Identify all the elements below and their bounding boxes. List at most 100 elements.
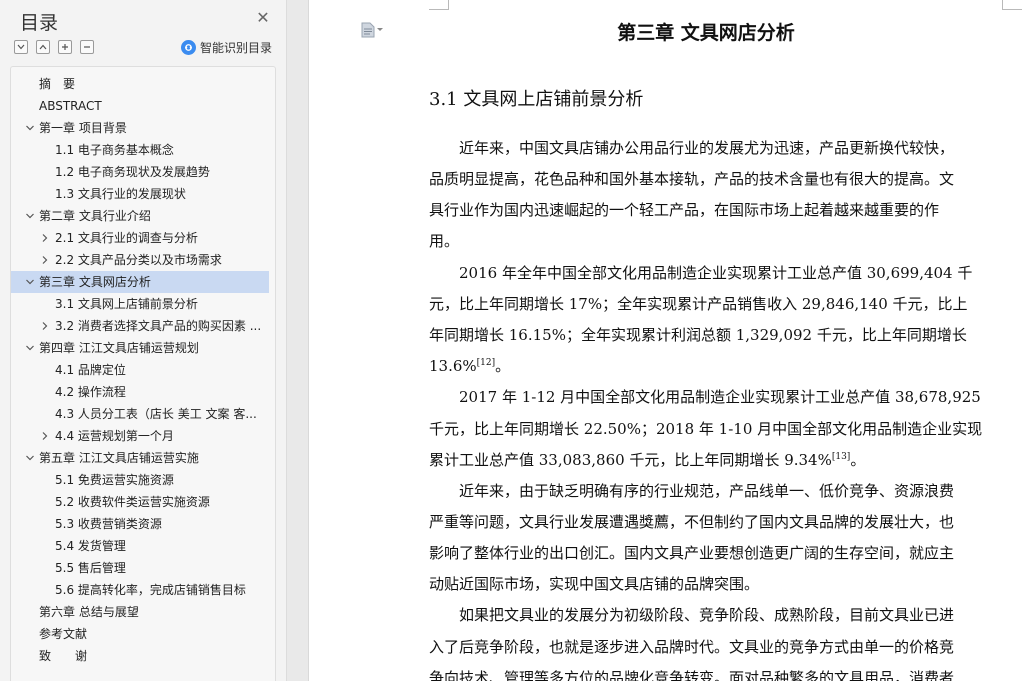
toc-item[interactable]: 2.2 文具产品分类以及市场需求 bbox=[11, 249, 275, 271]
toc-item[interactable]: 第三章 文具网店分析 bbox=[11, 271, 269, 293]
chevron-right-icon[interactable] bbox=[40, 255, 50, 265]
toc-item[interactable]: ABSTRACT bbox=[11, 95, 275, 117]
toc-item-label: 参考文献 bbox=[39, 627, 88, 641]
add-level-icon[interactable] bbox=[58, 40, 72, 54]
body-text-line: 品质明显提高，花色品种和国外基本接轨，产品的技术含量也有很大的提高。文 bbox=[429, 170, 955, 188]
smart-toc-label: 智能识别目录 bbox=[200, 41, 273, 55]
remove-level-icon[interactable] bbox=[80, 40, 94, 54]
chevron-right-icon[interactable] bbox=[40, 321, 50, 331]
toc-item-label: 4.1 品牌定位 bbox=[55, 363, 126, 377]
citation-ref[interactable]: [13] bbox=[832, 452, 850, 462]
chevron-down-icon[interactable] bbox=[25, 343, 35, 353]
body-text-line: 近年来，中国文具店铺办公用品行业的发展尤为迅速，产品更新换代较快， bbox=[459, 139, 955, 157]
toc-item-label: 摘 要 bbox=[39, 77, 76, 91]
expand-all-icon[interactable] bbox=[14, 40, 28, 54]
toc-item-label: 第四章 江江文具店铺运营规划 bbox=[39, 341, 199, 355]
toc-item-label: 4.4 运营规划第一个月 bbox=[55, 429, 174, 443]
body-text-line: 累计工业总产值 33,083,860 千元，比上年同期增长 9.34%[13]。 bbox=[429, 451, 866, 469]
citation-ref[interactable]: [12] bbox=[477, 358, 495, 368]
collapse-all-icon[interactable] bbox=[36, 40, 50, 54]
close-icon[interactable]: ✕ bbox=[255, 10, 271, 26]
smart-toc-button[interactable]: 智能识别目录 bbox=[181, 39, 272, 56]
toc-item[interactable]: 3.1 文具网上店铺前景分析 bbox=[11, 293, 275, 315]
toc-item-label: 第二章 文具行业介绍 bbox=[39, 209, 151, 223]
chevron-down-icon[interactable] bbox=[25, 211, 35, 221]
chevron-down-icon[interactable] bbox=[25, 453, 35, 463]
toc-item-label: 2.1 文具行业的调查与分析 bbox=[55, 231, 198, 245]
toc-item-label: 5.6 提高转化率，完成店铺销售目标 bbox=[55, 583, 246, 597]
toc-item[interactable]: 1.3 文具行业的发展现状 bbox=[11, 183, 275, 205]
toc-item[interactable]: 致 谢 bbox=[11, 645, 275, 667]
toc-item-label: 致 谢 bbox=[39, 649, 88, 663]
toc-item-label: 第一章 项目背景 bbox=[39, 121, 127, 135]
toc-item[interactable]: 5.6 提高转化率，完成店铺销售目标 bbox=[11, 579, 275, 601]
toc-list: 摘 要 ABSTRACT 第一章 项目背景 1.1 电子商务基本概念 1.2 电子商务现… bbox=[10, 66, 276, 681]
toc-item[interactable]: 5.1 免费运营实施资源 bbox=[11, 469, 275, 491]
toc-item-label: 1.2 电子商务现状及发展趋势 bbox=[55, 165, 210, 179]
toc-item[interactable]: 5.2 收费软件类运营实施资源 bbox=[11, 491, 275, 513]
toc-item[interactable]: 摘 要 bbox=[11, 73, 275, 95]
toc-item[interactable]: 第四章 江江文具店铺运营规划 bbox=[11, 337, 275, 359]
body-text-line: 年同期增长 16.15%；全年实现累计利润总额 1,329,092 千元，比上年… bbox=[429, 326, 967, 344]
toc-item-label: 5.1 免费运营实施资源 bbox=[55, 473, 174, 487]
toc-item-label: 1.3 文具行业的发展现状 bbox=[55, 187, 186, 201]
toc-item-label: 3.1 文具网上店铺前景分析 bbox=[55, 297, 198, 311]
body-text-line: 用。 bbox=[429, 232, 460, 250]
section-heading: 3.1 文具网上店铺前景分析 bbox=[429, 89, 644, 110]
toc-item-label: 4.3 人员分工表（店长 美工 文案 客... bbox=[55, 407, 257, 421]
smart-toc-icon bbox=[181, 40, 196, 55]
body-text-line: 近年来，由于缺乏明确有序的行业规范，产品线单一、低价竞争、资源浪费 bbox=[459, 482, 955, 500]
toc-item[interactable]: 1.2 电子商务现状及发展趋势 bbox=[11, 161, 275, 183]
toc-item-label: 5.2 收费软件类运营实施资源 bbox=[55, 495, 210, 509]
toc-item[interactable]: 4.1 品牌定位 bbox=[11, 359, 275, 381]
toc-item-label: 4.2 操作流程 bbox=[55, 385, 126, 399]
toc-item-label: 5.4 发货管理 bbox=[55, 539, 126, 553]
toc-item[interactable]: 2.1 文具行业的调查与分析 bbox=[11, 227, 275, 249]
body-text-line: 严重等问题，文具行业发展遭遇獎薦，不但制约了国内文具品牌的发展壮大，也 bbox=[429, 513, 955, 531]
chevron-down-icon[interactable] bbox=[25, 277, 35, 287]
chapter-heading: 第三章 文具网店分析 bbox=[617, 22, 795, 44]
toc-item-label: 第六章 总结与展望 bbox=[39, 605, 139, 619]
toc-item[interactable]: 第二章 文具行业介绍 bbox=[11, 205, 275, 227]
toc-item[interactable]: 3.2 消费者选择文具产品的购买因素 ... bbox=[11, 315, 275, 337]
toc-item[interactable]: 第五章 江江文具店铺运营实施 bbox=[11, 447, 275, 469]
toc-item-label: ABSTRACT bbox=[39, 99, 102, 113]
toc-sidebar: 目录 ✕ 智能识别目录 摘 要 ABSTRACT 第一章 项目背景 1.1 电子商务基… bbox=[0, 0, 287, 681]
document-page[interactable]: 第三章 文具网店分析 3.1 文具网上店铺前景分析 近年来，中国文具店铺办公用品… bbox=[308, 0, 1032, 681]
toc-item-label: 5.3 收费营销类资源 bbox=[55, 517, 162, 531]
toc-item[interactable]: 4.4 运营规划第一个月 bbox=[11, 425, 275, 447]
page-corner-mark bbox=[1002, 0, 1022, 10]
body-text-line: 入了后竞争阶段，也就是逐步进入品牌时代。文具业的竞争方式由单一的价格竞 bbox=[429, 638, 955, 656]
toc-item[interactable]: 4.3 人员分工表（店长 美工 文案 客... bbox=[11, 403, 275, 425]
toc-item[interactable]: 参考文献 bbox=[11, 623, 275, 645]
body-text-line: 千元，比上年同期增长 22.50%；2018 年 1-10 月中国全部文化用品制… bbox=[429, 420, 983, 438]
body-text-line: 13.6%[12]。 bbox=[429, 357, 511, 375]
toc-item[interactable]: 第六章 总结与展望 bbox=[11, 601, 275, 623]
page-corner-mark bbox=[429, 0, 449, 10]
toc-item-label: 2.2 文具产品分类以及市场需求 bbox=[55, 253, 222, 267]
toc-item[interactable]: 5.4 发货管理 bbox=[11, 535, 275, 557]
body-text-line: 争向技术、管理等多方位的品牌化竞争转变。面对品种繁多的文具用品，消费者 bbox=[429, 669, 955, 681]
body-text-line: 2017 年 1-12 月中国全部文化用品制造企业实现累计工业总产值 38,67… bbox=[459, 388, 981, 406]
body-text-line: 动贴近国际市场，实现中国文具店铺的品牌突围。 bbox=[429, 575, 760, 593]
chevron-right-icon[interactable] bbox=[40, 431, 50, 441]
toc-item[interactable]: 1.1 电子商务基本概念 bbox=[11, 139, 275, 161]
body-text-line: 如果把文具业的发展分为初级阶段、竞争阶段、成熟阶段，目前文具业已进 bbox=[459, 606, 955, 624]
body-text-line: 影响了整体行业的出口创汇。国内文具产业要想创造更广阔的生存空间，就应主 bbox=[429, 544, 955, 562]
chevron-down-icon[interactable] bbox=[25, 123, 35, 133]
document-area: 第三章 文具网店分析 3.1 文具网上店铺前景分析 近年来，中国文具店铺办公用品… bbox=[288, 0, 1032, 681]
toc-item[interactable]: 5.3 收费营销类资源 bbox=[11, 513, 275, 535]
toc-toolbar bbox=[14, 40, 94, 54]
toc-item-label: 第五章 江江文具店铺运营实施 bbox=[39, 451, 199, 465]
toc-item[interactable]: 5.5 售后管理 bbox=[11, 557, 275, 579]
toc-item[interactable]: 第一章 项目背景 bbox=[11, 117, 275, 139]
body-text-line: 2016 年全年中国全部文化用品制造企业实现累计工业总产值 30,699,404… bbox=[459, 264, 973, 282]
chevron-right-icon[interactable] bbox=[40, 233, 50, 243]
toc-item-label: 第三章 文具网店分析 bbox=[39, 275, 151, 289]
toc-item[interactable]: 4.2 操作流程 bbox=[11, 381, 275, 403]
body-text-line: 具行业作为国内迅速崛起的一个轻工产品，在国际市场上起着越来越重要的作 bbox=[429, 201, 940, 219]
toc-item-label: 3.2 消费者选择文具产品的购买因素 ... bbox=[55, 319, 262, 333]
toc-title: 目录 bbox=[20, 12, 59, 34]
toc-item-label: 5.5 售后管理 bbox=[55, 561, 126, 575]
body-text-line: 元，比上年同期增长 17%；全年实现累计产品销售收入 29,846,140 千元… bbox=[429, 295, 968, 313]
